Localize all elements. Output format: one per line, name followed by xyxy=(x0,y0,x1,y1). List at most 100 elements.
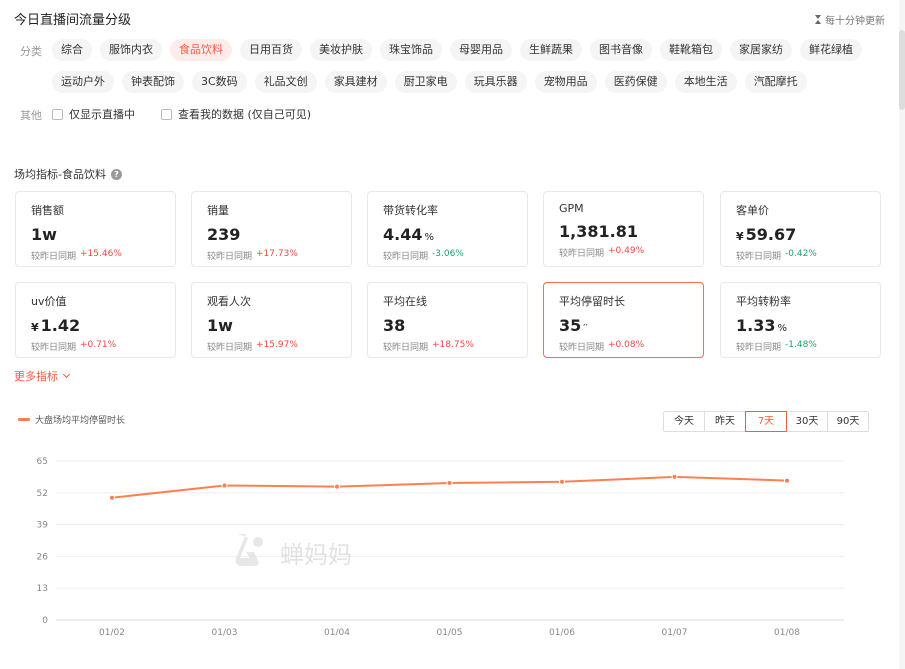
y-tick-label: 39 xyxy=(37,521,49,531)
legend-label: 大盘场均平均停留时长 xyxy=(35,416,126,426)
chart-legend: 大盘场均平均停留时长 xyxy=(18,413,125,426)
compare-change: +18.75% xyxy=(432,340,474,350)
section-title-text: 场均指标-食品饮料 xyxy=(14,168,106,181)
category-tag[interactable]: 鞋靴箱包 xyxy=(660,39,722,61)
metric-label: 平均在线 xyxy=(383,295,427,308)
line-chart: 0 13 26 39 52 65 01/02 01/03 01/04 01/05 01/06 01/0… xyxy=(37,457,844,638)
page-title: 今日直播间流量分级 xyxy=(14,13,132,28)
category-tag[interactable]: 厨卫家电 xyxy=(394,71,457,93)
compare-change: +0.49% xyxy=(608,246,645,256)
category-tag[interactable]: 图书音像 xyxy=(590,39,652,61)
metric-unit: ′′ xyxy=(583,323,588,334)
metric-unit: % xyxy=(777,323,787,334)
metric-compare: 较昨日同期 -3.06% xyxy=(383,249,527,262)
category-row-2: 运动户外 钟表配饰 3C数码 礼品文创 家具建材 厨卫家电 玩具乐器 宠物用品 医药保健 本地生活… xyxy=(52,71,807,93)
metric-card[interactable]: 销售额 1w 较昨日同期 +15.46% xyxy=(15,191,176,267)
metric-card[interactable]: 平均在线 38 较昨日同期 +18.75% xyxy=(367,282,528,358)
metric-compare: 较昨日同期 -0.42% xyxy=(736,249,880,262)
category-tag[interactable]: 钟表配饰 xyxy=(122,71,184,93)
category-tag[interactable]: 鲜花绿植 xyxy=(800,39,862,61)
metric-card[interactable]: uv价值 ¥1.42 较昨日同期 +0.71% xyxy=(15,282,176,358)
scrollbar-thumb[interactable] xyxy=(899,30,905,110)
chevron-down-icon xyxy=(62,370,71,379)
category-tag[interactable]: 3C数码 xyxy=(192,71,247,93)
compare-label: 较昨日同期 xyxy=(207,343,253,353)
compare-change: -3.06% xyxy=(432,249,464,259)
metric-value: 35 ′′ xyxy=(559,316,703,338)
time-range-button[interactable]: 7天 xyxy=(745,411,787,432)
category-tag[interactable]: 玩具乐器 xyxy=(464,71,527,93)
data-point xyxy=(109,494,115,501)
metric-card[interactable]: GPM 1,381.81 较昨日同期 +0.49% xyxy=(543,191,704,267)
x-tick-label: 01/07 xyxy=(662,628,688,638)
category-tag[interactable]: 美妆护肤 xyxy=(310,39,372,61)
metric-number: 239 xyxy=(207,225,241,244)
filter-checks: 仅显示直播中 查看我的数据 (仅自己可见) xyxy=(52,106,311,122)
x-tick-label: 01/08 xyxy=(774,628,800,638)
compare-change: +15.97% xyxy=(256,340,298,350)
more-metrics-label: 更多指标 xyxy=(14,370,58,383)
checkbox-box[interactable] xyxy=(161,108,172,120)
update-note: 每十分钟更新 xyxy=(815,12,885,27)
legend-swatch xyxy=(18,418,30,421)
metric-card[interactable]: 平均转粉率 1.33% 较昨日同期 -1.48% xyxy=(720,282,881,358)
category-tag[interactable]: 宠物用品 xyxy=(534,71,597,93)
metric-number: 1,381.81 xyxy=(559,222,638,241)
metric-value: 1.33% xyxy=(736,316,880,338)
metric-card[interactable]: 平均停留时长 35 ′′ 较昨日同期 +0.08% xyxy=(543,282,704,358)
time-range-selector: 今天 昨天 7天 30天 90天 xyxy=(663,411,869,432)
metric-number: 1w xyxy=(31,225,57,244)
category-tag[interactable]: 日用百货 xyxy=(240,39,302,61)
question-circle-icon[interactable]: ? xyxy=(110,168,122,180)
category-tag[interactable]: 服饰内衣 xyxy=(100,39,162,61)
compare-label: 较昨日同期 xyxy=(559,343,605,353)
category-tag[interactable]: 食品饮料 xyxy=(170,39,232,61)
compare-label: 较昨日同期 xyxy=(383,252,429,262)
metric-compare: 较昨日同期 -1.48% xyxy=(736,340,880,353)
time-range-button[interactable]: 90天 xyxy=(827,411,869,432)
compare-label: 较昨日同期 xyxy=(736,343,782,353)
compare-label: 较昨日同期 xyxy=(31,252,77,262)
time-range-button[interactable]: 昨天 xyxy=(704,411,746,432)
category-tag[interactable]: 家具建材 xyxy=(324,71,387,93)
watermark: 蝉妈妈 xyxy=(224,528,352,576)
time-range-button[interactable]: 30天 xyxy=(786,411,828,432)
category-tag[interactable]: 综合 xyxy=(52,39,92,61)
metric-number: 4.44 xyxy=(383,225,423,244)
other-label: 其他 xyxy=(20,109,42,122)
currency-symbol: ¥ xyxy=(736,230,744,243)
metric-card[interactable]: 观看人次 1w 较昨日同期 +15.97% xyxy=(191,282,352,358)
more-metrics-link[interactable]: 更多指标 xyxy=(14,368,71,384)
metric-label: 销售额 xyxy=(31,204,64,217)
section-title: 场均指标-食品饮料 ? xyxy=(14,166,122,182)
metric-label: 客单价 xyxy=(736,204,769,217)
category-tag[interactable]: 家居家纺 xyxy=(730,39,792,61)
data-point xyxy=(221,482,228,489)
metric-card[interactable]: 销量 239 较昨日同期 +17.73% xyxy=(191,191,352,267)
compare-change: +15.46% xyxy=(80,249,122,259)
metric-number: 1.33 xyxy=(736,316,776,335)
category-tag[interactable]: 运动户外 xyxy=(52,71,114,93)
category-tag[interactable]: 汽配摩托 xyxy=(744,71,807,93)
category-tag[interactable]: 生鲜蔬果 xyxy=(520,39,582,61)
only-live-checkbox[interactable]: 仅显示直播中 xyxy=(52,106,135,122)
time-range-button[interactable]: 今天 xyxy=(663,411,705,432)
data-point xyxy=(334,483,340,490)
metric-card[interactable]: 客单价 ¥59.67 较昨日同期 -0.42% xyxy=(720,191,881,267)
compare-label: 较昨日同期 xyxy=(736,252,782,262)
compare-change: +0.71% xyxy=(80,340,117,350)
category-tag[interactable]: 母婴用品 xyxy=(450,39,512,61)
category-tag[interactable]: 本地生活 xyxy=(674,71,737,93)
category-tag[interactable]: 珠宝饰品 xyxy=(380,39,442,61)
checkbox-box[interactable] xyxy=(52,108,63,120)
metric-compare: 较昨日同期 +0.71% xyxy=(31,340,175,353)
my-data-label: 查看我的数据 (仅自己可见) xyxy=(178,108,312,121)
category-tag[interactable]: 医药保健 xyxy=(604,71,667,93)
metric-card[interactable]: 带货转化率 4.44% 较昨日同期 -3.06% xyxy=(367,191,528,267)
metric-value: 4.44% xyxy=(383,225,527,247)
x-tick-label: 01/06 xyxy=(549,628,575,638)
my-data-checkbox[interactable]: 查看我的数据 (仅自己可见) xyxy=(161,106,311,122)
metric-value: 239 xyxy=(207,225,351,247)
compare-change: -1.48% xyxy=(785,340,817,350)
category-tag[interactable]: 礼品文创 xyxy=(254,71,317,93)
